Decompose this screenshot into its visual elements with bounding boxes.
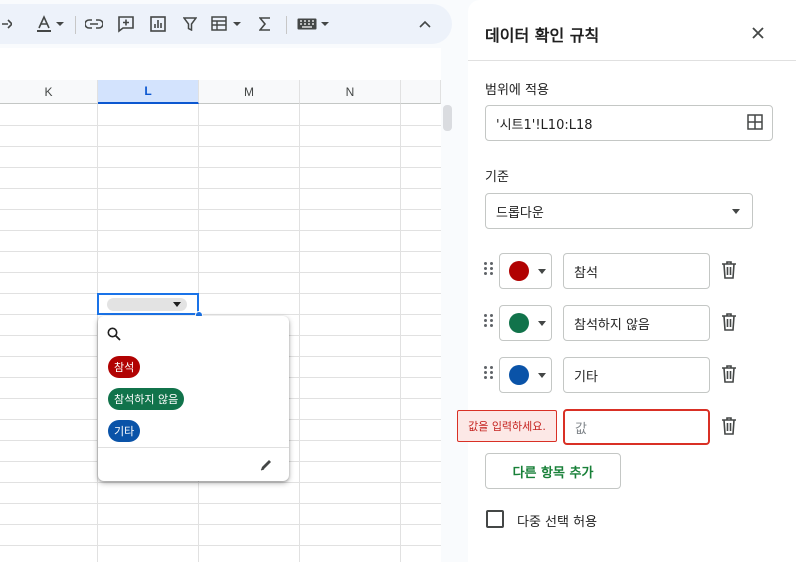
color-picker-button-1[interactable] bbox=[499, 305, 552, 341]
color-swatch bbox=[509, 365, 529, 385]
chevron-down-icon[interactable] bbox=[173, 302, 181, 307]
option-input-2[interactable]: 기타 bbox=[563, 357, 710, 393]
filter-views-icon[interactable] bbox=[208, 10, 244, 38]
collapse-icon[interactable] bbox=[412, 10, 438, 38]
text-color-icon[interactable] bbox=[32, 10, 68, 38]
delete-trash-icon[interactable] bbox=[721, 313, 737, 335]
multi-select-label: 다중 선택 허용 bbox=[517, 515, 598, 530]
color-picker-button-2[interactable] bbox=[499, 357, 552, 393]
delete-trash-icon[interactable] bbox=[721, 365, 737, 387]
active-cell[interactable] bbox=[97, 293, 199, 315]
input-tools-icon[interactable] bbox=[294, 10, 332, 38]
range-input[interactable]: '시트1'!L10:L18 bbox=[485, 105, 773, 141]
toolbar-divider bbox=[286, 16, 287, 34]
color-swatch bbox=[509, 313, 529, 333]
panel-divider bbox=[468, 60, 796, 61]
column-header-l[interactable]: L bbox=[98, 80, 199, 104]
multi-select-checkbox[interactable] bbox=[486, 510, 504, 528]
error-tooltip: 값을 입력하세요. bbox=[457, 410, 557, 442]
option-value: 참석 bbox=[574, 265, 598, 281]
option-chip-1[interactable]: 참석하지 않음 bbox=[108, 388, 185, 410]
comment-icon[interactable] bbox=[115, 10, 137, 38]
close-icon[interactable] bbox=[752, 24, 764, 43]
column-header-k[interactable]: K bbox=[0, 80, 98, 104]
apply-range-label: 범위에 적용 bbox=[485, 83, 549, 98]
color-swatch bbox=[509, 261, 529, 281]
criteria-value: 드롭다운 bbox=[496, 205, 544, 221]
drag-handle-icon[interactable] bbox=[484, 262, 494, 276]
option-value: 기타 bbox=[574, 369, 598, 385]
data-validation-panel: 데이터 확인 규칙 범위에 적용 '시트1'!L10:L18 기준 드롭다운 참… bbox=[468, 0, 796, 562]
drag-handle-icon[interactable] bbox=[484, 366, 494, 380]
new-option-input[interactable]: 값 bbox=[563, 409, 710, 445]
criteria-label: 기준 bbox=[485, 170, 509, 185]
toolbar-divider bbox=[75, 16, 76, 34]
delete-trash-icon[interactable] bbox=[721, 417, 737, 439]
color-picker-button-0[interactable] bbox=[499, 253, 552, 289]
select-range-icon[interactable] bbox=[747, 114, 763, 134]
option-value: 참석하지 않음 bbox=[574, 317, 650, 333]
dropdown-popup: 참석 참석하지 않음 기타 bbox=[98, 316, 289, 481]
criteria-select[interactable]: 드롭다운 bbox=[485, 193, 753, 229]
add-item-button[interactable]: 다른 항목 추가 bbox=[485, 453, 621, 489]
search-icon[interactable] bbox=[107, 326, 121, 345]
fill-color-icon[interactable] bbox=[0, 10, 14, 38]
option-chip-2[interactable]: 기타 bbox=[108, 420, 141, 442]
option-chip-0[interactable]: 참석 bbox=[108, 356, 141, 378]
column-header-o[interactable] bbox=[401, 80, 441, 104]
new-option-placeholder: 값 bbox=[575, 421, 587, 437]
range-value: '시트1'!L10:L18 bbox=[496, 117, 593, 133]
column-header-m[interactable]: M bbox=[199, 80, 300, 104]
filter-icon[interactable] bbox=[179, 10, 201, 38]
toolbar bbox=[0, 4, 452, 44]
popup-divider bbox=[98, 447, 289, 448]
delete-trash-icon[interactable] bbox=[721, 261, 737, 283]
panel-title: 데이터 확인 규칙 bbox=[485, 26, 600, 45]
chart-icon[interactable] bbox=[147, 10, 169, 38]
column-header-n[interactable]: N bbox=[300, 80, 401, 104]
formula-bar[interactable] bbox=[0, 48, 441, 80]
vertical-scrollbar[interactable] bbox=[443, 105, 452, 131]
link-icon[interactable] bbox=[83, 10, 105, 38]
drag-handle-icon[interactable] bbox=[484, 314, 494, 328]
option-input-1[interactable]: 참석하지 않음 bbox=[563, 305, 710, 341]
option-input-0[interactable]: 참석 bbox=[563, 253, 710, 289]
functions-icon[interactable] bbox=[254, 10, 276, 38]
edit-pencil-icon[interactable] bbox=[259, 457, 273, 476]
chevron-down-icon bbox=[732, 209, 740, 214]
